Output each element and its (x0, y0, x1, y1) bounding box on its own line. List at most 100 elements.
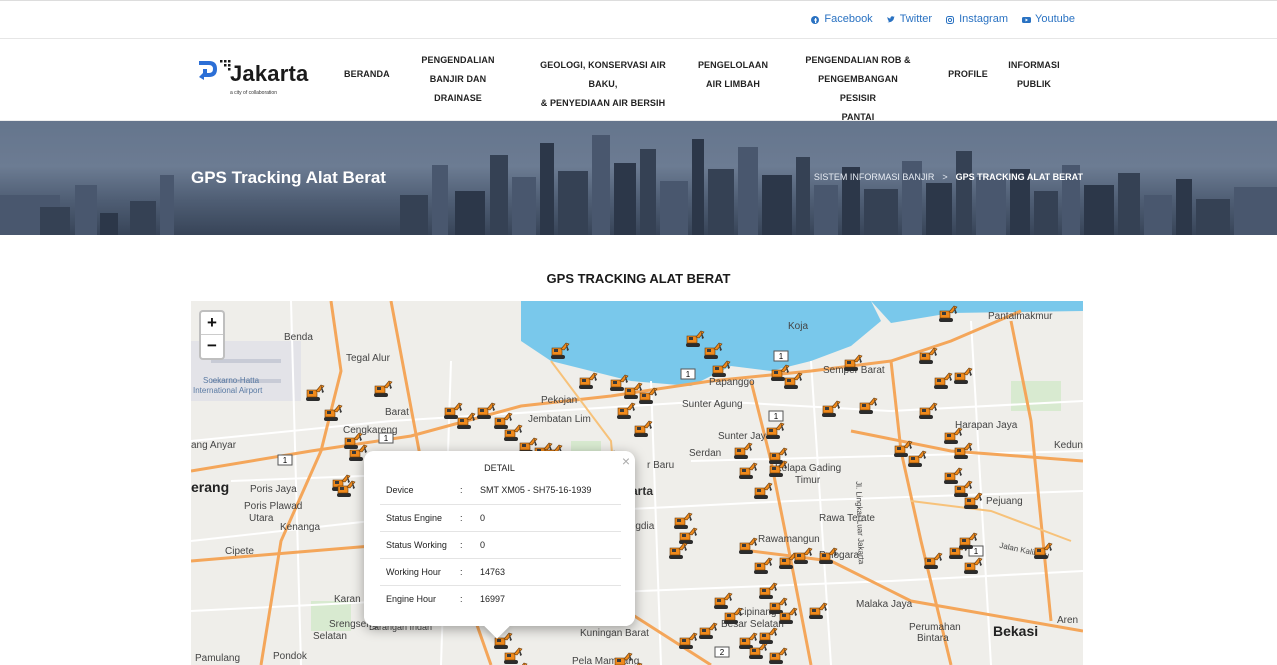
site-header: Jakarta a city of collaboration BERANDA … (0, 39, 1277, 122)
excavator-marker-icon[interactable] (751, 481, 773, 499)
table-row: Engine Hour : 16997 (380, 584, 621, 612)
excavator-marker-icon[interactable] (905, 449, 927, 467)
excavator-marker-icon[interactable] (936, 304, 958, 322)
breadcrumb-link[interactable]: SISTEM INFORMASI BANJIR (814, 172, 935, 182)
map-label: Poris Jaya (250, 484, 297, 495)
twitter-icon (887, 15, 895, 23)
excavator-marker-icon[interactable] (1031, 541, 1053, 559)
excavator-marker-icon[interactable] (666, 541, 688, 559)
excavator-marker-icon[interactable] (951, 441, 973, 459)
excavator-marker-icon[interactable] (736, 461, 758, 479)
excavator-marker-icon[interactable] (781, 371, 803, 389)
jakarta-logo[interactable]: Jakarta a city of collaboration (197, 57, 309, 101)
detail-sep: : (460, 503, 474, 531)
excavator-marker-icon[interactable] (631, 419, 653, 437)
nav-beranda[interactable]: BERANDA (344, 65, 390, 84)
excavator-marker-icon[interactable] (736, 536, 758, 554)
nav-profile[interactable]: PROFILE (948, 65, 988, 84)
map-label: Malaka Jaya (856, 599, 913, 610)
excavator-marker-icon[interactable] (454, 411, 476, 429)
detail-sep: : (460, 485, 463, 496)
excavator-marker-icon[interactable] (961, 556, 983, 574)
detail-key: Status Engine (380, 503, 460, 531)
excavator-marker-icon[interactable] (756, 626, 778, 644)
excavator-marker-icon[interactable] (766, 459, 788, 477)
excavator-marker-icon[interactable] (321, 403, 343, 421)
nav-pengendalian-rob[interactable]: PENGENDALIAN ROB & PENGEMBANGAN PESISIR … (800, 51, 916, 127)
excavator-marker-icon[interactable] (334, 479, 356, 497)
jakarta-logo-mark-icon (199, 60, 231, 80)
map-label: Bintara (917, 633, 949, 644)
zoom-in-button[interactable]: + (201, 312, 223, 335)
logo-tagline: a city of collaboration (230, 90, 277, 96)
facebook-link[interactable]: Facebook (811, 13, 873, 25)
top-social-bar: Facebook Twitter Instagram Youtube (0, 0, 1277, 39)
nav-label: BERANDA (344, 69, 390, 79)
excavator-marker-icon[interactable] (731, 441, 753, 459)
excavator-marker-icon[interactable] (921, 551, 943, 569)
excavator-marker-icon[interactable] (841, 353, 863, 371)
youtube-label: Youtube (1035, 13, 1075, 25)
map-label: Timur (795, 475, 821, 486)
excavator-marker-icon[interactable] (956, 531, 978, 549)
nav-pengendalian-banjir[interactable]: PENGENDALIAN BANJIR DAN DRAINASE (418, 51, 498, 108)
excavator-marker-icon[interactable] (614, 401, 636, 419)
excavator-marker-icon[interactable] (806, 601, 828, 619)
detail-table: Device : SMT XM05 - SH75-16-1939 Status … (380, 477, 621, 612)
excavator-marker-icon[interactable] (776, 606, 798, 624)
excavator-marker-icon[interactable] (303, 383, 325, 401)
map-label: Rawa Terate (819, 513, 875, 524)
map-label: Aren (1057, 615, 1079, 626)
excavator-marker-icon[interactable] (709, 359, 731, 377)
nav-geologi[interactable]: GEOLOGI, KONSERVASI AIR BAKU, & PENYEDIA… (527, 56, 679, 113)
excavator-marker-icon[interactable] (621, 661, 643, 665)
logo-text: Jakarta (230, 61, 309, 86)
road-shield-label: 1 (774, 412, 779, 421)
excavator-marker-icon[interactable] (548, 341, 570, 359)
road-shield-label: 1 (779, 352, 784, 361)
table-row: Status Working : 0 (380, 530, 621, 558)
excavator-marker-icon[interactable] (701, 341, 723, 359)
social-links: Facebook Twitter Instagram Youtube (811, 13, 1075, 25)
excavator-marker-icon[interactable] (816, 546, 838, 564)
excavator-marker-icon[interactable] (856, 396, 878, 414)
nav-label: INFORMASI (1008, 60, 1060, 70)
excavator-marker-icon[interactable] (819, 399, 841, 417)
youtube-link[interactable]: Youtube (1022, 13, 1075, 25)
excavator-marker-icon[interactable] (766, 646, 788, 664)
device-detail-popup: × DETAIL Device : SMT XM05 - SH75-16-193… (364, 451, 635, 639)
section-title: GPS TRACKING ALAT BERAT (546, 271, 731, 286)
excavator-marker-icon[interactable] (371, 379, 393, 397)
excavator-marker-icon[interactable] (721, 606, 743, 624)
twitter-link[interactable]: Twitter (887, 13, 932, 25)
breadcrumb: SISTEM INFORMASI BANJIR > GPS TRACKING A… (814, 172, 1083, 182)
table-row: Working Hour : 14763 (380, 557, 621, 585)
tracking-map[interactable]: 1 1 1 1 1 2 1 Benda Tegal Alur Soekarno-… (191, 301, 1083, 665)
excavator-marker-icon[interactable] (791, 546, 813, 564)
excavator-marker-icon[interactable] (961, 491, 983, 509)
excavator-marker-icon[interactable] (916, 346, 938, 364)
table-row: Device : SMT XM05 - SH75-16-1939 (380, 477, 621, 504)
map-label: Serdan (689, 448, 722, 459)
excavator-marker-icon[interactable] (931, 371, 953, 389)
excavator-marker-icon[interactable] (951, 366, 973, 384)
nav-label: GEOLOGI, KONSERVASI AIR BAKU, (540, 60, 666, 89)
nav-air-limbah[interactable]: PENGELOLAAN AIR LIMBAH (697, 56, 769, 94)
instagram-link[interactable]: Instagram (946, 13, 1008, 25)
excavator-marker-icon[interactable] (751, 556, 773, 574)
map-label: Sunter Agung (682, 399, 743, 410)
excavator-marker-icon[interactable] (696, 621, 718, 639)
map-label: Tegal Alur (346, 353, 390, 364)
zoom-out-button[interactable]: − (201, 335, 223, 358)
excavator-marker-icon[interactable] (916, 401, 938, 419)
excavator-marker-icon[interactable] (763, 421, 785, 439)
table-row: Status Engine : 0 (380, 503, 621, 531)
excavator-marker-icon[interactable] (676, 631, 698, 649)
page-hero-banner: GPS Tracking Alat Berat SISTEM INFORMASI… (0, 121, 1277, 235)
nav-label: PENGEMBANGAN PESISIR (818, 74, 898, 103)
nav-informasi-publik[interactable]: INFORMASI PUBLIK (1007, 56, 1061, 94)
excavator-marker-icon[interactable] (576, 371, 598, 389)
excavator-marker-icon[interactable] (636, 386, 658, 404)
excavator-marker-icon[interactable] (506, 661, 528, 665)
road-shield-label: 1 (283, 456, 288, 465)
